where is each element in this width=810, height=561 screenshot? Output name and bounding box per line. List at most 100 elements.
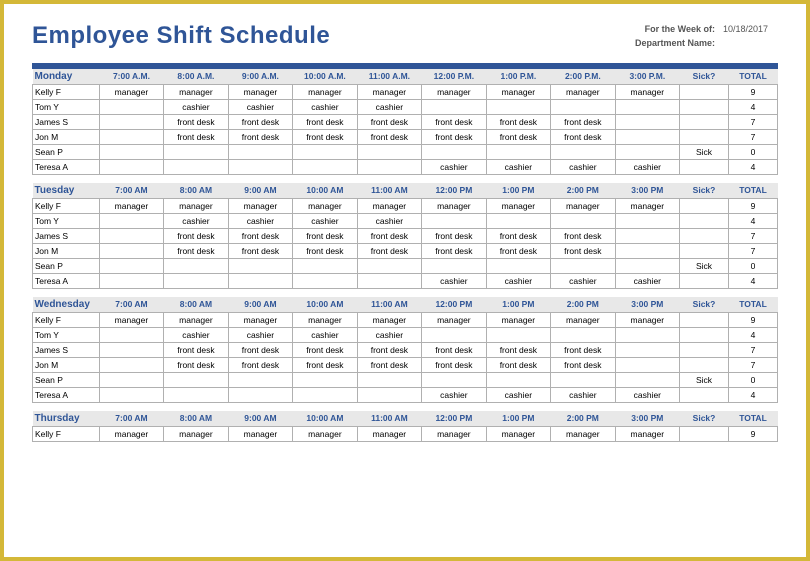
shift-cell: front desk bbox=[486, 228, 550, 243]
employee-name: James S bbox=[33, 114, 100, 129]
time-header: 7:00 A.M. bbox=[99, 69, 163, 85]
shift-cell bbox=[357, 387, 421, 402]
shift-cell: front desk bbox=[357, 114, 421, 129]
shift-cell bbox=[99, 342, 163, 357]
table-row: Jon Mfront deskfront deskfront deskfront… bbox=[33, 129, 778, 144]
total-cell: 9 bbox=[728, 312, 777, 327]
shift-cell: cashier bbox=[357, 327, 421, 342]
day-header-row: Monday7:00 A.M.8:00 A.M.9:00 A.M.10:00 A… bbox=[33, 69, 778, 85]
shift-cell: front desk bbox=[486, 357, 550, 372]
shift-cell: manager bbox=[228, 426, 292, 441]
shift-cell bbox=[551, 258, 615, 273]
shift-cell: front desk bbox=[551, 228, 615, 243]
table-row: Teresa Acashiercashiercashiercashier4 bbox=[33, 387, 778, 402]
time-header: 12:00 PM bbox=[422, 411, 486, 427]
shift-cell: manager bbox=[551, 84, 615, 99]
total-cell: 0 bbox=[728, 258, 777, 273]
table-row: Teresa Acashiercashiercashiercashier4 bbox=[33, 159, 778, 174]
time-header: 11:00 AM bbox=[357, 411, 421, 427]
shift-cell: front desk bbox=[164, 114, 228, 129]
total-cell: 4 bbox=[728, 273, 777, 288]
table-row: James Sfront deskfront deskfront deskfro… bbox=[33, 114, 778, 129]
shift-cell: cashier bbox=[422, 273, 486, 288]
employee-name: Jon M bbox=[33, 357, 100, 372]
time-header: 2:00 PM bbox=[551, 411, 615, 427]
shift-cell: cashier bbox=[228, 327, 292, 342]
shift-cell: cashier bbox=[357, 99, 421, 114]
time-header: 8:00 AM bbox=[164, 183, 228, 199]
total-cell: 7 bbox=[728, 342, 777, 357]
shift-cell: manager bbox=[228, 198, 292, 213]
time-header: 9:00 AM bbox=[228, 297, 292, 313]
shift-cell: front desk bbox=[551, 129, 615, 144]
sick-cell bbox=[680, 84, 729, 99]
shift-cell bbox=[164, 372, 228, 387]
total-cell: 9 bbox=[728, 198, 777, 213]
shift-cell bbox=[551, 372, 615, 387]
shift-cell: manager bbox=[99, 426, 163, 441]
shift-cell bbox=[357, 372, 421, 387]
shift-cell: front desk bbox=[551, 357, 615, 372]
total-cell: 7 bbox=[728, 129, 777, 144]
shift-cell: front desk bbox=[164, 243, 228, 258]
shift-cell bbox=[615, 144, 679, 159]
day-table: Tuesday7:00 AM8:00 AM9:00 AM10:00 AM11:0… bbox=[32, 183, 778, 289]
shift-cell: cashier bbox=[228, 99, 292, 114]
shift-cell bbox=[99, 129, 163, 144]
shift-cell: cashier bbox=[164, 99, 228, 114]
shift-cell bbox=[228, 258, 292, 273]
employee-name: Kelly F bbox=[33, 84, 100, 99]
total-cell: 7 bbox=[728, 357, 777, 372]
day-gap bbox=[32, 175, 778, 183]
shift-cell: front desk bbox=[164, 228, 228, 243]
sick-cell bbox=[680, 99, 729, 114]
sick-cell bbox=[680, 159, 729, 174]
time-header: 3:00 PM bbox=[615, 411, 679, 427]
shift-cell: cashier bbox=[293, 213, 357, 228]
shift-cell bbox=[164, 387, 228, 402]
total-cell: 9 bbox=[728, 426, 777, 441]
shift-cell bbox=[357, 273, 421, 288]
shift-cell: manager bbox=[99, 312, 163, 327]
shift-cell: cashier bbox=[551, 273, 615, 288]
shift-cell: front desk bbox=[293, 228, 357, 243]
shift-cell: front desk bbox=[228, 357, 292, 372]
shift-cell: front desk bbox=[228, 243, 292, 258]
shift-cell: cashier bbox=[422, 387, 486, 402]
shift-cell: manager bbox=[357, 312, 421, 327]
table-row: Jon Mfront deskfront deskfront deskfront… bbox=[33, 243, 778, 258]
shift-cell: manager bbox=[486, 198, 550, 213]
employee-name: Teresa A bbox=[33, 273, 100, 288]
shift-cell: front desk bbox=[422, 228, 486, 243]
dept-label: Department Name: bbox=[635, 36, 715, 50]
employee-name: Sean P bbox=[33, 372, 100, 387]
shift-cell: manager bbox=[615, 312, 679, 327]
shift-cell bbox=[551, 213, 615, 228]
employee-name: Tom Y bbox=[33, 213, 100, 228]
shift-cell: manager bbox=[357, 426, 421, 441]
shift-cell: manager bbox=[357, 198, 421, 213]
shift-cell bbox=[99, 144, 163, 159]
shift-cell bbox=[99, 243, 163, 258]
sick-cell bbox=[680, 312, 729, 327]
shift-cell: manager bbox=[164, 312, 228, 327]
time-header: 10:00 AM bbox=[293, 183, 357, 199]
total-cell: 4 bbox=[728, 327, 777, 342]
table-row: Tom Ycashiercashiercashiercashier4 bbox=[33, 213, 778, 228]
day-name: Wednesday bbox=[33, 297, 100, 313]
shift-cell: cashier bbox=[615, 387, 679, 402]
shift-cell bbox=[486, 258, 550, 273]
shift-cell: front desk bbox=[486, 243, 550, 258]
shift-cell: manager bbox=[422, 312, 486, 327]
shift-cell: front desk bbox=[357, 129, 421, 144]
time-header: 10:00 A.M. bbox=[293, 69, 357, 85]
employee-name: Kelly F bbox=[33, 312, 100, 327]
sick-cell bbox=[680, 129, 729, 144]
shift-cell bbox=[228, 273, 292, 288]
time-header: 1:00 P.M. bbox=[486, 69, 550, 85]
shift-cell bbox=[615, 99, 679, 114]
shift-cell: cashier bbox=[228, 213, 292, 228]
sick-cell bbox=[680, 342, 729, 357]
shift-cell: manager bbox=[164, 84, 228, 99]
table-row: Kelly Fmanagermanagermanagermanagermanag… bbox=[33, 84, 778, 99]
